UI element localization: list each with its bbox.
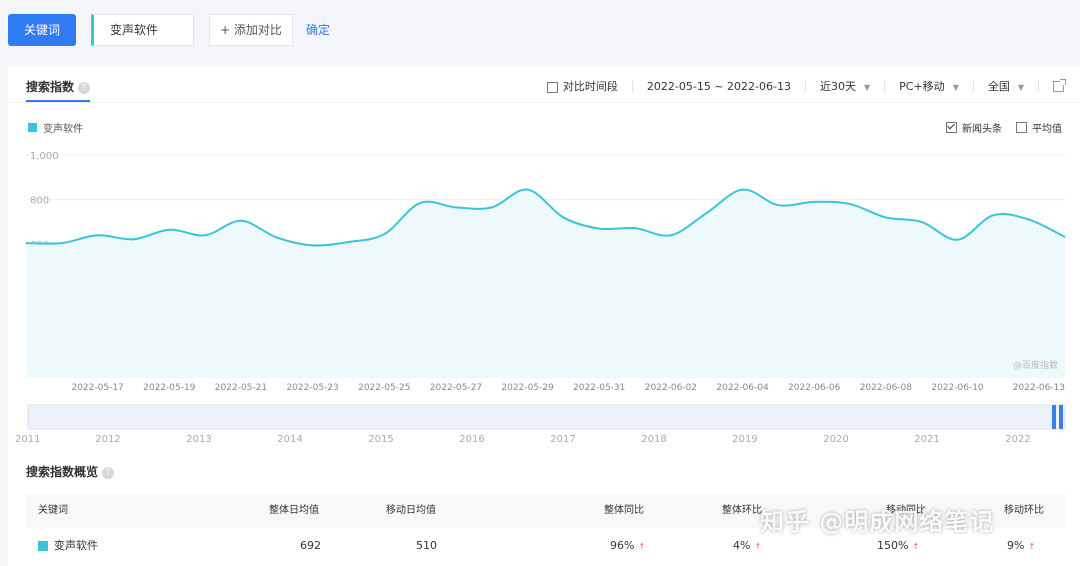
- brush-handle-left: [1052, 405, 1056, 429]
- watermark-overlay: 知乎 @明成网络笔记: [760, 508, 995, 536]
- x-tick-label: 2022-05-25: [358, 383, 410, 393]
- source-label: @百度指数: [1013, 359, 1058, 371]
- x-tick-label: 2022-06-10: [931, 383, 984, 393]
- x-tick-label: 2022-05-23: [286, 383, 338, 393]
- brush-year-label: 2022: [1005, 434, 1030, 445]
- brush-year-label: 2014: [277, 434, 302, 445]
- y-tick-label: 800: [30, 196, 49, 207]
- header-overall-avg: 整体日均值: [269, 505, 319, 516]
- x-tick-label: 2022-05-19: [143, 383, 196, 393]
- row-keyword: 变声软件: [38, 528, 98, 564]
- x-tick-label: 2022-05-17: [71, 383, 123, 393]
- row-keyword-text: 变声软件: [54, 539, 98, 552]
- header-overall-yoy: 整体同比: [604, 505, 644, 516]
- series-area: [26, 189, 1065, 378]
- row-overall-mom-value: 4%: [733, 539, 751, 552]
- up-arrow-icon: ↑: [638, 542, 646, 551]
- search-index-chart[interactable]: 2004006008001,0002022-05-172022-05-19202…: [0, 0, 1080, 460]
- x-tick-label: 2022-06-08: [860, 383, 913, 393]
- row-mobile-avg: 510: [416, 539, 437, 552]
- brush-track: [27, 404, 1066, 430]
- up-arrow-icon: ↑: [1028, 542, 1036, 551]
- y-tick-label: 1,000: [30, 151, 59, 162]
- brush-year-label: 2011: [15, 434, 40, 445]
- brush-year-label: 2019: [732, 434, 757, 445]
- up-arrow-icon: ↑: [754, 542, 762, 551]
- brush-year-label: 2013: [186, 434, 211, 445]
- up-arrow-icon: ↑: [912, 542, 920, 551]
- brush-year-label: 2018: [641, 434, 666, 445]
- row-overall-yoy-value: 96%: [610, 539, 635, 552]
- keyword-swatch: [38, 541, 48, 551]
- row-mobile-mom-value: 9%: [1007, 539, 1025, 552]
- brush-year-label: 2012: [95, 434, 120, 445]
- overview-title-text: 搜索指数概览: [26, 465, 99, 479]
- x-tick-label: 2022-06-04: [716, 383, 769, 393]
- overview-title: 搜索指数概览?: [26, 463, 115, 480]
- row-mobile-mom: 9% ↑: [1007, 528, 1035, 565]
- brush-year-label: 2021: [914, 434, 939, 445]
- brush-year-label: 2015: [368, 434, 393, 445]
- header-mobile-mom: 移动环比: [1004, 505, 1044, 516]
- x-tick-label: 2022-05-29: [501, 383, 554, 393]
- x-tick-label: 2022-06-02: [645, 383, 697, 393]
- row-overall-yoy: 96% ↑: [610, 528, 645, 565]
- x-tick-label: 2022-05-31: [573, 383, 625, 393]
- x-tick-label: 2022-05-27: [430, 383, 482, 393]
- help-icon[interactable]: ?: [102, 466, 115, 479]
- header-overall-mom: 整体环比: [722, 505, 762, 516]
- row-overall-avg: 692: [300, 539, 321, 552]
- brush-year-label: 2020: [823, 434, 848, 445]
- header-mobile-avg: 移动日均值: [386, 505, 436, 516]
- brush-handle-right: [1059, 405, 1063, 429]
- row-overall-mom: 4% ↑: [733, 528, 761, 565]
- x-tick-label: 2022-06-06: [788, 383, 841, 393]
- row-mobile-yoy-value: 150%: [877, 539, 909, 552]
- x-tick-label: 2022-06-13: [1013, 383, 1065, 393]
- header-keyword: 关键词: [38, 505, 68, 516]
- brush-year-label: 2016: [459, 434, 484, 445]
- brush-year-label: 2017: [550, 434, 575, 445]
- x-tick-label: 2022-05-21: [215, 383, 267, 393]
